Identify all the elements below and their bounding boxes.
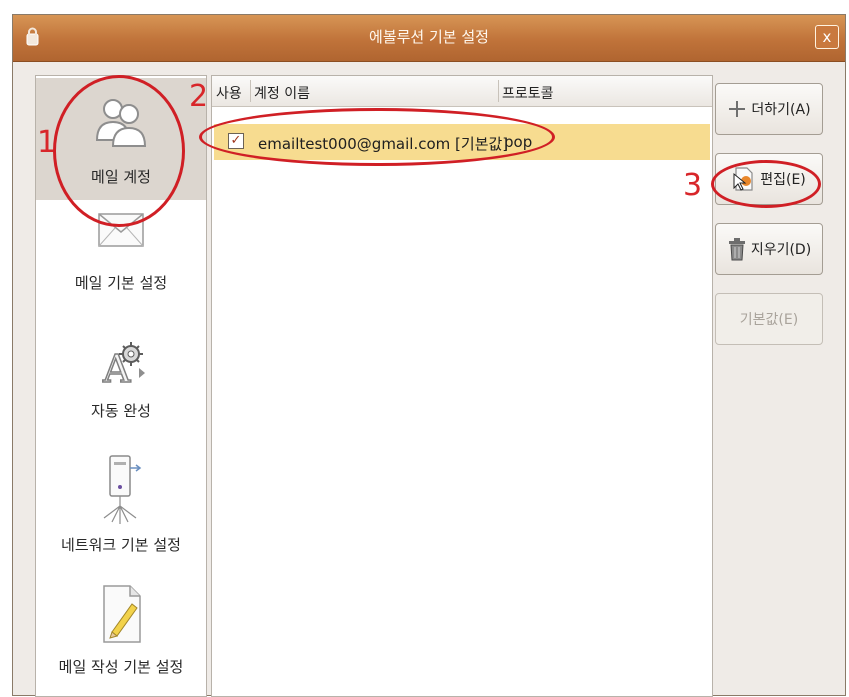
- annotation-number-1: 1: [37, 125, 57, 160]
- annotation-circle-2: [199, 108, 555, 166]
- annotation-number-2: 2: [189, 79, 209, 114]
- add-button-label: 더하기(A): [751, 102, 811, 118]
- close-icon: x: [822, 28, 832, 46]
- sidebar-item-label: 자동 완성: [91, 402, 151, 420]
- add-button[interactable]: 더하기(A): [715, 83, 823, 135]
- delete-button-label: 지우기(D): [750, 242, 812, 258]
- sidebar-item-label: 네트워크 기본 설정: [61, 536, 181, 554]
- plus-icon: [729, 101, 746, 117]
- sidebar-item-label: 메일 작성 기본 설정: [58, 658, 184, 676]
- close-button[interactable]: x: [815, 25, 839, 49]
- list-header: 사용 계정 이름 프로토콜: [212, 76, 712, 107]
- annotation-number-3: 3: [683, 168, 703, 203]
- sidebar-item-label: 메일 기본 설정: [74, 274, 168, 292]
- compose-icon: [103, 585, 141, 643]
- sidebar-item-composer[interactable]: 메일 작성 기본 설정: [36, 582, 206, 696]
- column-divider: [250, 80, 251, 102]
- sidebar-item-network[interactable]: 네트워크 기본 설정: [36, 454, 206, 576]
- sidebar-item-autocomplete[interactable]: A 자동 완성: [36, 338, 206, 448]
- set-default-button[interactable]: 기본값(E): [715, 293, 823, 345]
- autocomplete-icon: A: [101, 342, 145, 390]
- set-default-button-label: 기본값(E): [739, 312, 799, 328]
- window-title: 에볼루션 기본 설정: [369, 28, 489, 46]
- delete-button[interactable]: 지우기(D): [715, 223, 823, 275]
- column-divider: [498, 80, 499, 102]
- annotation-circle-1: [53, 75, 185, 227]
- column-header-enabled[interactable]: 사용: [216, 83, 242, 103]
- network-icon: [103, 455, 142, 524]
- annotation-circle-3: [711, 160, 821, 208]
- trash-icon: [728, 238, 745, 261]
- preferences-window: 에볼루션 기본 설정 x 메일 계정 메일 기본 설정 A 자동 완성 네트워크…: [12, 14, 846, 697]
- column-header-protocol[interactable]: 프로토콜: [502, 83, 554, 103]
- accounts-list: 사용 계정 이름 프로토콜 ✓ emailtest000@gmail.com […: [211, 75, 713, 697]
- titlebar[interactable]: 에볼루션 기본 설정 x: [13, 15, 845, 62]
- column-header-account-name[interactable]: 계정 이름: [254, 83, 310, 103]
